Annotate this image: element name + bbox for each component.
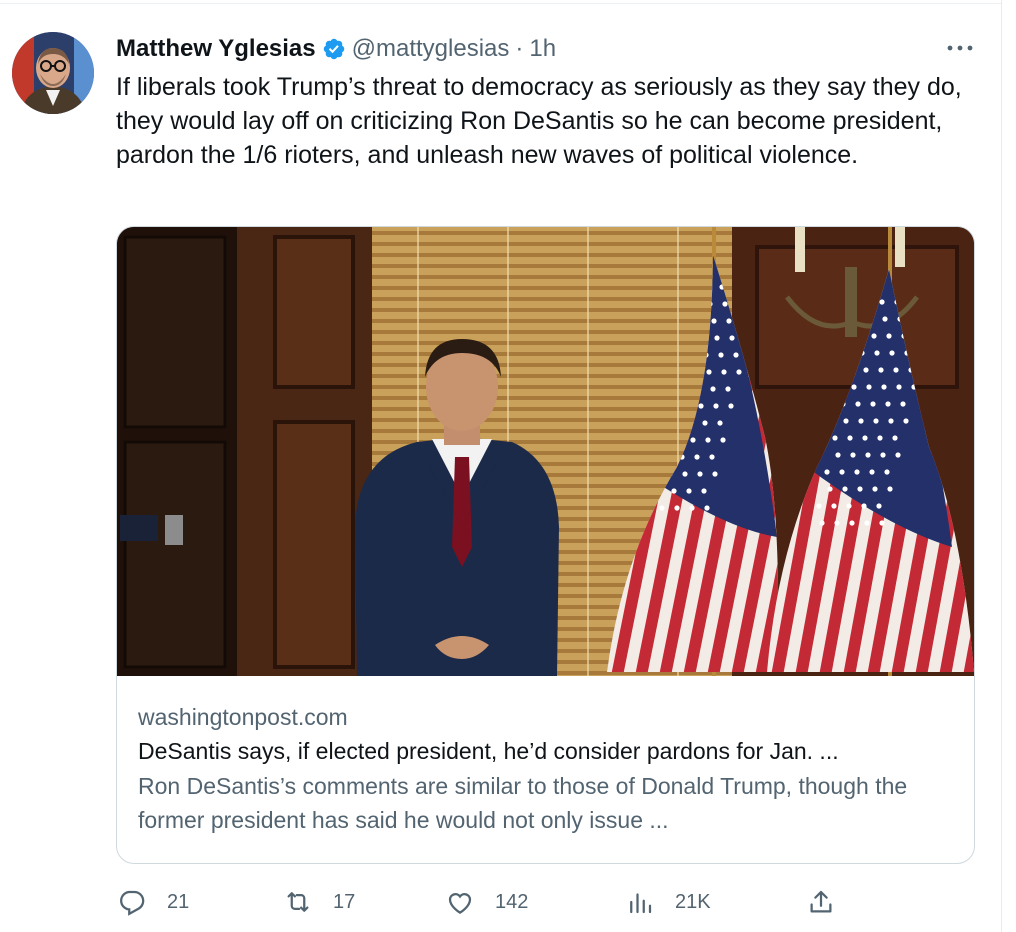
card-title[interactable]: DeSantis says, if elected president, he’… [138,733,958,769]
reply-button[interactable]: 21 [117,882,189,922]
retweet-button[interactable]: 17 [283,882,355,922]
card-domain[interactable]: washingtonpost.com [138,701,958,733]
views-icon [630,893,652,914]
avatar-photo [12,32,94,114]
card-description: Ron DeSantis’s comments are similar to t… [138,773,908,833]
tweet-header: Matthew Yglesias @mattyglesias · 1h [116,32,556,66]
tweet-timestamp[interactable]: 1h [529,35,556,63]
share-button[interactable] [806,882,836,922]
author-handle[interactable]: @mattyglesias [352,35,510,63]
link-card[interactable]: washingtonpost.com DeSantis says, if ele… [116,226,975,864]
author-name[interactable]: Matthew Yglesias [116,35,316,63]
header-separator: · [515,35,524,62]
author-avatar[interactable] [12,32,94,114]
verified-badge-icon [322,37,346,61]
reply-count: 21 [167,890,190,913]
card-text: washingtonpost.com DeSantis says, if ele… [138,701,958,837]
share-icon [810,890,832,913]
like-button[interactable]: 142 [445,882,528,922]
top-divider [0,3,1001,4]
reply-icon [120,890,145,916]
retweet-count: 17 [333,890,356,913]
like-count: 142 [495,890,529,913]
more-options-button[interactable] [944,36,976,60]
views-button[interactable]: 21K [625,882,711,922]
tweet-actions: 21 17 142 21K [0,882,1016,922]
card-image[interactable] [117,227,974,676]
right-divider [1001,0,1002,932]
more-icon [947,45,973,51]
tweet-text: If liberals took Trump’s threat to democ… [116,73,962,169]
heart-icon [448,893,472,914]
retweet-icon [287,892,309,912]
views-count: 21K [675,890,711,913]
